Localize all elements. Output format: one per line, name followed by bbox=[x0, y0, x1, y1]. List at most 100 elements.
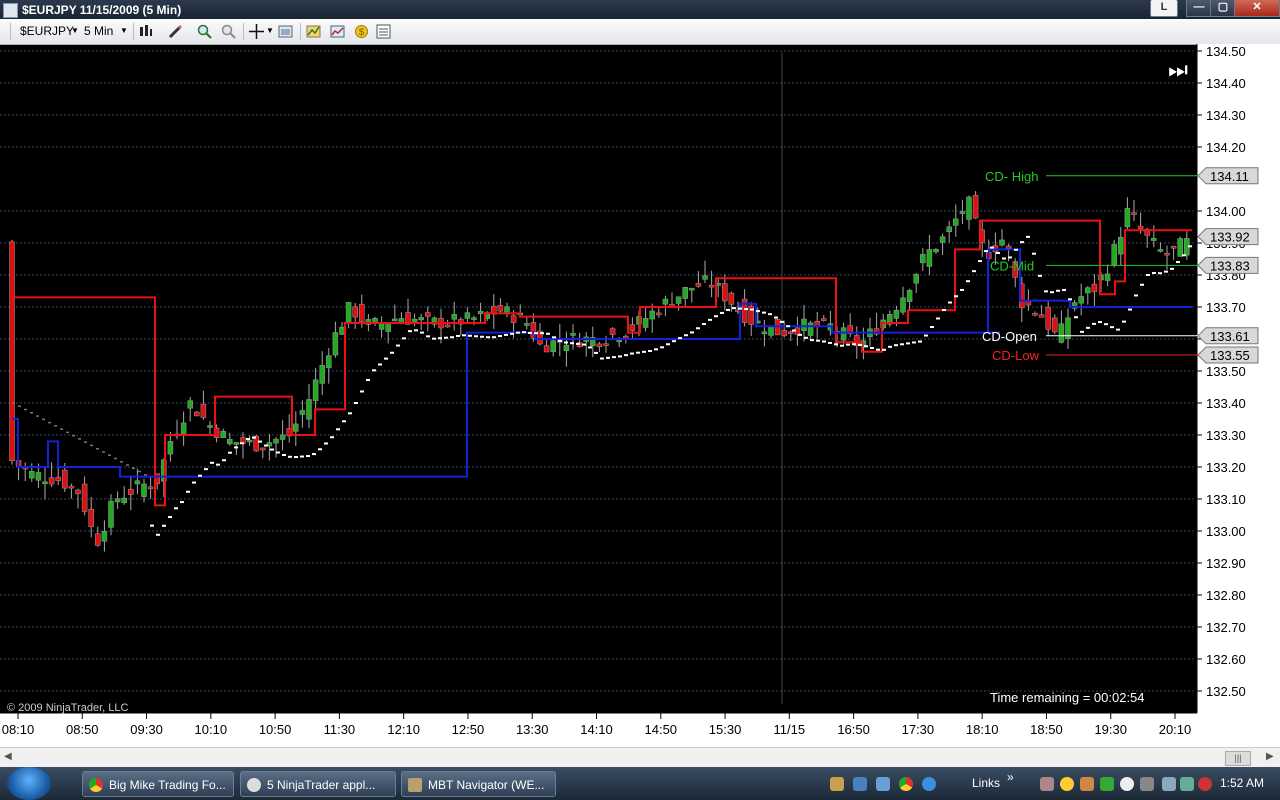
candle-body bbox=[1038, 314, 1045, 318]
tray-icon[interactable] bbox=[1140, 777, 1154, 791]
taskbar-button-label: Big Mike Trading Fo... bbox=[109, 778, 226, 792]
scrollbar-thumb[interactable]: ||| bbox=[1225, 751, 1251, 766]
scroll-to-end-button[interactable]: ⏭ bbox=[1168, 57, 1188, 82]
candle-body bbox=[603, 343, 609, 346]
tray-icon[interactable] bbox=[1080, 777, 1094, 791]
start-button[interactable] bbox=[7, 767, 51, 800]
y-tick-label: 134.50 bbox=[1206, 44, 1246, 59]
candle-body bbox=[1177, 238, 1183, 257]
coin-icon[interactable]: $ bbox=[354, 24, 369, 39]
candle-body bbox=[1170, 245, 1177, 249]
candle-body bbox=[418, 317, 424, 321]
candle-body bbox=[62, 469, 68, 489]
ie-icon[interactable] bbox=[922, 777, 936, 791]
bars-type-icon[interactable] bbox=[138, 24, 153, 39]
quicklaunch-icon[interactable] bbox=[876, 777, 890, 791]
y-tick-label: 132.50 bbox=[1206, 684, 1246, 699]
taskbar-button-mbt[interactable]: MBT Navigator (WE... bbox=[401, 771, 556, 797]
candle-body bbox=[708, 284, 715, 288]
links-expand[interactable]: » bbox=[1007, 761, 1014, 794]
candle-body bbox=[623, 335, 629, 339]
y-tick-label: 134.30 bbox=[1206, 108, 1246, 123]
candle-body bbox=[68, 485, 75, 489]
chrome-icon[interactable] bbox=[899, 777, 913, 791]
candle-body bbox=[312, 379, 319, 401]
candle-body bbox=[246, 439, 253, 443]
quicklaunch-icon[interactable] bbox=[853, 777, 867, 791]
candle-body bbox=[913, 274, 919, 284]
tray-icon[interactable] bbox=[1162, 777, 1176, 791]
candle-body bbox=[570, 333, 576, 336]
copyright-text: © 2009 NinjaTrader, LLC bbox=[7, 702, 128, 714]
chevron-down-icon[interactable]: ▼ bbox=[266, 23, 274, 39]
indicators-icon[interactable] bbox=[330, 24, 345, 39]
ninjatrader-icon bbox=[247, 778, 261, 792]
interval-selector[interactable]: 5 Min bbox=[84, 23, 113, 39]
candle-body bbox=[279, 434, 286, 440]
candle-body bbox=[200, 404, 207, 418]
y-tick-label: 132.60 bbox=[1206, 652, 1246, 667]
x-tick-label: 10:10 bbox=[195, 722, 228, 737]
taskbar-button-browser[interactable]: Big Mike Trading Fo... bbox=[82, 771, 234, 797]
candle-body bbox=[926, 249, 933, 267]
close-button[interactable]: ✕ bbox=[1234, 0, 1280, 17]
data-box-icon[interactable] bbox=[376, 24, 391, 39]
zoom-in-icon[interactable] bbox=[197, 24, 212, 39]
y-tick-label: 134.20 bbox=[1206, 140, 1246, 155]
clock[interactable]: 1:52 AM bbox=[1220, 767, 1264, 800]
tray-icon[interactable] bbox=[1100, 777, 1114, 791]
y-tick-label: 133.50 bbox=[1206, 364, 1246, 379]
chart-gridlines bbox=[0, 50, 1197, 692]
candle-body bbox=[524, 323, 530, 326]
taskbar: Big Mike Trading Fo... 5 NinjaTrader app… bbox=[0, 767, 1280, 800]
toolbar-separator bbox=[300, 23, 301, 40]
candle-body bbox=[1058, 323, 1065, 343]
candle-body bbox=[306, 399, 312, 420]
cd-low-label: CD-Low bbox=[992, 348, 1040, 363]
scroll-right-icon[interactable]: ▶ bbox=[1266, 751, 1274, 762]
price-marker-label: 134.11 bbox=[1210, 169, 1249, 184]
candle-body bbox=[1045, 306, 1051, 330]
time-axis: 08:10 08:50 09:30 10:10 10:50 11:30 12:10 12:50… bbox=[0, 712, 1280, 747]
volume-icon[interactable] bbox=[1198, 777, 1212, 791]
properties-icon[interactable] bbox=[278, 24, 293, 39]
candle-body bbox=[101, 530, 108, 542]
chevron-down-icon[interactable]: ▼ bbox=[120, 23, 128, 39]
candle-body bbox=[1091, 283, 1098, 293]
x-tick-label: 12:50 bbox=[452, 722, 485, 737]
tray-icon[interactable] bbox=[1120, 777, 1134, 791]
candle-body bbox=[801, 318, 807, 332]
chart-scrollbar[interactable]: ◀ ||| ▶ bbox=[0, 747, 1280, 768]
price-chart[interactable]: 134.50134.40134.30134.20134.00133.90133.… bbox=[0, 44, 1280, 747]
tray-icon[interactable] bbox=[1040, 777, 1054, 791]
link-l-button[interactable]: L bbox=[1150, 0, 1178, 17]
candle-body bbox=[35, 472, 42, 481]
y-tick-label: 134.40 bbox=[1206, 76, 1246, 91]
candle-body bbox=[319, 365, 325, 384]
chevron-down-icon[interactable]: ▼ bbox=[71, 23, 79, 39]
zoom-out-icon[interactable] bbox=[221, 24, 236, 39]
candle-body bbox=[702, 275, 708, 280]
candle-body bbox=[1131, 212, 1137, 215]
candle-body bbox=[339, 326, 345, 335]
candle-body bbox=[81, 483, 88, 512]
candle-body bbox=[596, 343, 603, 348]
candle-body bbox=[207, 425, 213, 428]
taskbar-button-ninjatrader[interactable]: 5 NinjaTrader appl... bbox=[240, 771, 396, 797]
minimize-button[interactable]: — bbox=[1186, 0, 1212, 17]
scroll-left-icon[interactable]: ◀ bbox=[4, 751, 12, 762]
strategy-icon[interactable] bbox=[306, 24, 321, 39]
tray-icon[interactable] bbox=[1180, 777, 1194, 791]
candle-body bbox=[946, 226, 952, 233]
quicklaunch-icon[interactable] bbox=[830, 777, 844, 791]
drawing-pencil-icon[interactable] bbox=[168, 24, 183, 39]
maximize-button[interactable]: ▢ bbox=[1210, 0, 1236, 17]
candle-body bbox=[629, 324, 636, 331]
tray-icon[interactable] bbox=[1060, 777, 1074, 791]
candle-body bbox=[1124, 208, 1131, 228]
links-toolbar[interactable]: Links bbox=[972, 767, 1000, 800]
candle-body bbox=[141, 483, 147, 497]
candle-body bbox=[609, 328, 616, 335]
instrument-selector[interactable]: $EURJPY bbox=[20, 23, 74, 39]
crosshair-icon[interactable] bbox=[249, 24, 264, 39]
